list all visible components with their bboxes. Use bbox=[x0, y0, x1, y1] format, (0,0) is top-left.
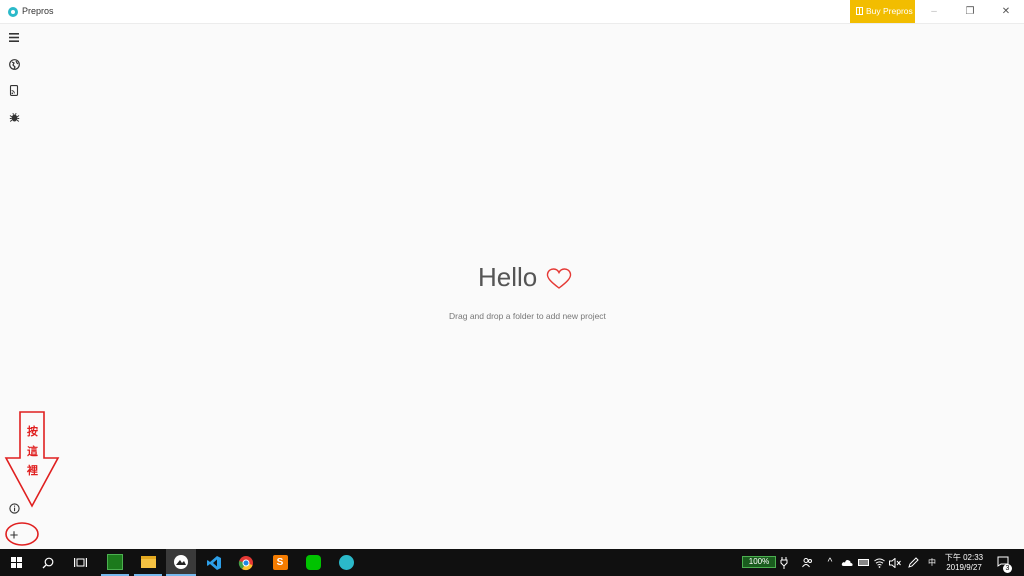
chrome-icon[interactable] bbox=[232, 549, 260, 576]
battery-indicator[interactable]: 100% bbox=[742, 556, 776, 568]
prepros-taskbar-icon[interactable] bbox=[166, 549, 196, 576]
taskbar: S ^ 中 下午 02:33 2019/9/27 3 bbox=[0, 549, 1024, 576]
heart-icon bbox=[546, 268, 572, 289]
drop-hint-text: Drag and drop a folder to add new projec… bbox=[449, 311, 606, 321]
prepros-logo-icon bbox=[8, 7, 18, 17]
prepros-alt-icon[interactable] bbox=[332, 549, 360, 576]
annotation-char-1: 按 bbox=[27, 426, 38, 438]
close-button[interactable]: ✕ bbox=[988, 0, 1024, 23]
device-icon[interactable] bbox=[856, 549, 870, 576]
notification-count-badge: 3 bbox=[1003, 564, 1012, 573]
vscode-icon[interactable] bbox=[200, 549, 228, 576]
sublime-text-icon[interactable]: S bbox=[266, 549, 294, 576]
gift-icon bbox=[856, 7, 863, 15]
task-view-icon[interactable] bbox=[68, 549, 92, 576]
tray-overflow-chevron-icon[interactable]: ^ bbox=[824, 549, 836, 576]
clock[interactable]: 下午 02:33 2019/9/27 bbox=[942, 549, 986, 576]
annotation-char-2: 這 bbox=[27, 446, 38, 458]
people-icon[interactable] bbox=[800, 549, 814, 576]
power-plug-icon[interactable] bbox=[778, 549, 790, 576]
menu-icon[interactable] bbox=[6, 29, 22, 45]
info-icon[interactable] bbox=[6, 500, 22, 516]
wifi-icon[interactable] bbox=[872, 549, 886, 576]
ime-indicator[interactable]: 中 bbox=[924, 549, 940, 576]
notification-center-icon[interactable]: 3 bbox=[994, 549, 1014, 576]
add-project-button[interactable]: + bbox=[6, 527, 22, 544]
minimize-button[interactable]: – bbox=[916, 0, 952, 23]
bug-icon[interactable] bbox=[6, 109, 22, 125]
windows-start-icon[interactable] bbox=[4, 549, 28, 576]
onedrive-cloud-icon[interactable] bbox=[840, 549, 854, 576]
buy-prepros-label: Buy Prepros bbox=[866, 6, 913, 16]
line-app-icon[interactable] bbox=[299, 549, 327, 576]
taskbar-app-green-icon[interactable] bbox=[101, 549, 129, 576]
hello-heading: Hello bbox=[478, 262, 538, 292]
file-explorer-icon[interactable] bbox=[134, 549, 162, 576]
cast-icon[interactable] bbox=[6, 82, 22, 98]
search-icon[interactable] bbox=[36, 549, 60, 576]
annotation-char-3: 裡 bbox=[27, 465, 38, 477]
clock-date: 2019/9/27 bbox=[946, 562, 982, 572]
buy-prepros-button[interactable]: Buy Prepros bbox=[850, 0, 915, 23]
hello-section: Hello bbox=[478, 262, 572, 298]
window-title: Prepros bbox=[22, 6, 54, 16]
clock-time: 下午 02:33 bbox=[944, 552, 984, 562]
title-bar: Prepros Buy Prepros – ❐ ✕ bbox=[0, 0, 1024, 24]
pen-icon[interactable] bbox=[906, 549, 920, 576]
maximize-button[interactable]: ❐ bbox=[952, 0, 988, 23]
volume-muted-icon[interactable] bbox=[888, 549, 902, 576]
globe-icon[interactable] bbox=[6, 56, 22, 72]
